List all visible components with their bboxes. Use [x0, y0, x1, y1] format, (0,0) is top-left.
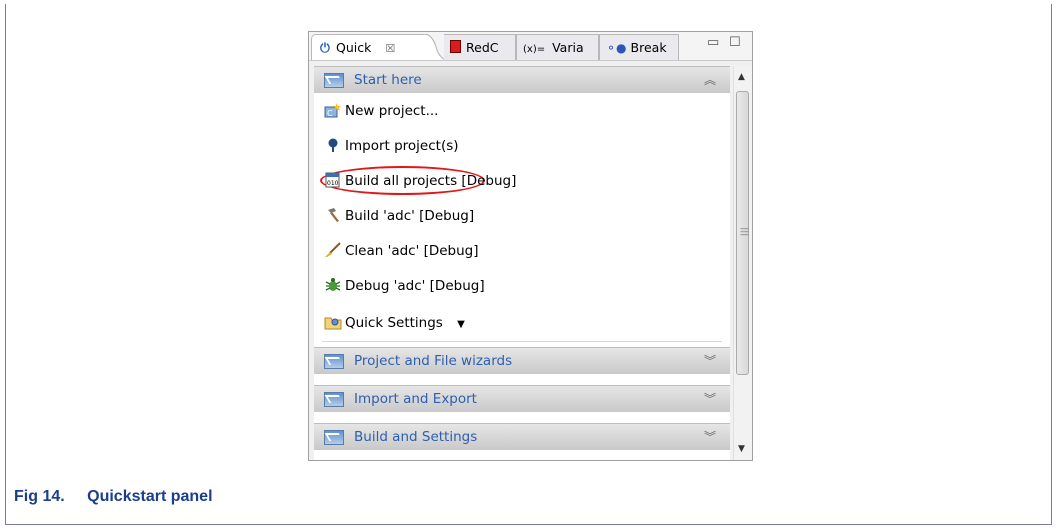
section-build-settings-label: Build and Settings	[354, 429, 478, 445]
section-start-here-label: Start here	[354, 72, 422, 88]
section-import-export[interactable]: Import and Export ︾	[314, 385, 730, 412]
section-build-settings[interactable]: Build and Settings ︾	[314, 423, 730, 450]
expand-chevron-icon[interactable]: ︾	[704, 390, 716, 407]
section-icon	[324, 430, 344, 445]
hammer-icon	[324, 207, 342, 223]
item-clean-adc[interactable]: Clean 'adc' [Debug]	[324, 242, 479, 264]
section-project-wizards-label: Project and File wizards	[354, 353, 513, 369]
figure-caption: Fig 14. Quickstart panel	[14, 488, 213, 506]
section-icon	[324, 73, 344, 88]
import-pin-icon	[324, 137, 342, 153]
item-import-projects[interactable]: Import project(s)	[324, 137, 459, 159]
tab-redc-label: RedC	[466, 40, 499, 55]
item-import-projects-label: Import project(s)	[345, 138, 459, 154]
item-new-project-label: New project...	[345, 103, 439, 119]
scrollbar-thumb[interactable]: — — —	[736, 91, 749, 375]
red-square-icon	[450, 40, 461, 53]
svg-text:010: 010	[327, 180, 339, 187]
dropdown-arrow-icon: ▼	[457, 319, 465, 330]
item-build-adc[interactable]: Build 'adc' [Debug]	[324, 207, 474, 229]
tab-varia-label: Varia	[552, 40, 584, 55]
item-debug-adc-label: Debug 'adc' [Debug]	[345, 278, 485, 294]
variables-icon: (x)=	[523, 44, 546, 55]
tab-redc[interactable]: RedC	[444, 34, 516, 60]
scroll-up-icon[interactable]: ▲	[738, 72, 745, 82]
tab-quick[interactable]: ⏻ Quick ☒	[311, 34, 425, 60]
bug-icon	[324, 277, 342, 293]
section-icon	[324, 392, 344, 407]
divider	[322, 341, 722, 342]
collapse-chevron-icon[interactable]: ︽	[704, 71, 716, 88]
tab-quick-label: Quick	[336, 40, 372, 55]
item-new-project[interactable]: C New project...	[324, 102, 438, 124]
item-debug-adc[interactable]: Debug 'adc' [Debug]	[324, 277, 485, 299]
svg-text:C: C	[327, 109, 333, 118]
breakpoint-icon: ⚬●	[606, 41, 627, 55]
section-start-here[interactable]: Start here ︽	[314, 66, 730, 93]
quick-settings-label: Quick Settings	[345, 315, 443, 331]
item-build-adc-label: Build 'adc' [Debug]	[345, 208, 475, 224]
quickstart-view: ⏻ Quick ☒ RedC (x)= Varia ⚬● Break ▭ ☐ Star…	[308, 31, 753, 461]
grip-icon: — — —	[740, 224, 749, 240]
expand-chevron-icon[interactable]: ︾	[704, 352, 716, 369]
item-clean-adc-label: Clean 'adc' [Debug]	[345, 243, 479, 259]
item-build-all-label: Build all projects [Debug]	[345, 173, 517, 189]
view-tab-bar: ⏻ Quick ☒ RedC (x)= Varia ⚬● Break ▭ ☐	[309, 32, 752, 61]
broom-icon	[324, 242, 342, 258]
figure-title: Quickstart panel	[87, 488, 213, 505]
new-project-icon: C	[324, 102, 342, 118]
section-import-export-label: Import and Export	[354, 391, 477, 407]
item-build-all[interactable]: 010 Build all projects [Debug]	[324, 172, 516, 194]
tab-break-label: Break	[630, 40, 667, 55]
tab-variables[interactable]: (x)= Varia	[516, 34, 599, 60]
minimize-icon[interactable]: ▭	[707, 35, 719, 50]
section-project-wizards[interactable]: Project and File wizards ︾	[314, 347, 730, 374]
section-icon	[324, 354, 344, 369]
power-icon: ⏻	[320, 40, 330, 55]
quickstart-content: Start here ︽ C New project... Import pro…	[314, 66, 730, 460]
vertical-scrollbar[interactable]: ▲ — — — ▼	[733, 66, 752, 460]
tab-breakpoints[interactable]: ⚬● Break	[599, 34, 679, 60]
scroll-down-icon[interactable]: ▼	[738, 444, 745, 454]
build-all-icon: 010	[324, 172, 342, 188]
quick-settings-dropdown[interactable]: Quick Settings ▼	[324, 314, 465, 336]
settings-folder-icon	[324, 314, 342, 330]
maximize-icon[interactable]: ☐	[729, 35, 741, 50]
expand-chevron-icon[interactable]: ︾	[704, 428, 716, 445]
close-tab-icon[interactable]: ☒	[385, 42, 395, 55]
figure-number: Fig 14.	[14, 488, 65, 505]
